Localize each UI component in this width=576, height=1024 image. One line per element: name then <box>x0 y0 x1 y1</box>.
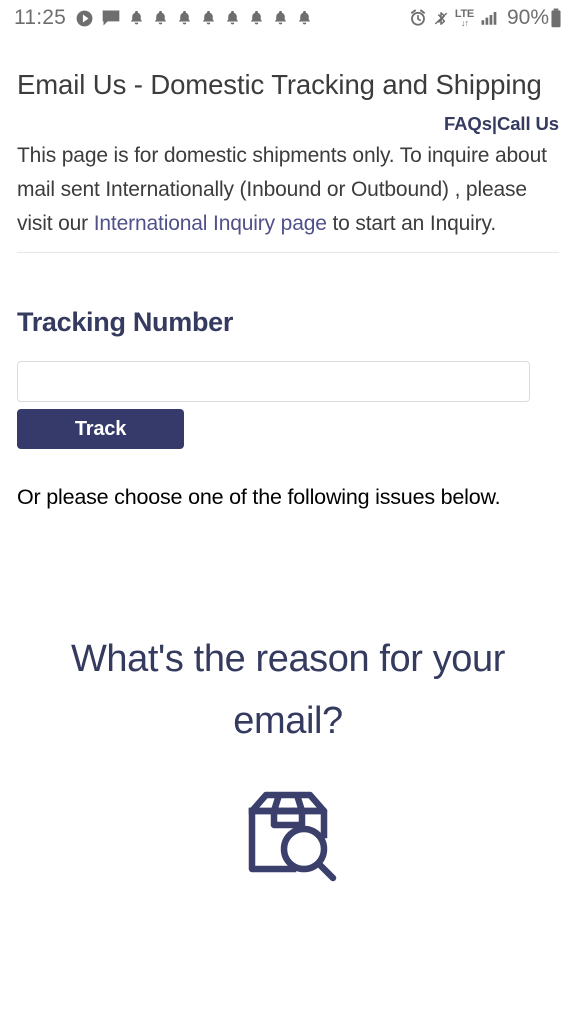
chat-bubble-icon <box>101 8 121 28</box>
bell-icon <box>128 9 145 27</box>
header-links: FAQs|Call Us <box>17 113 559 135</box>
lte-data-arrows: ↓↑ <box>460 17 469 28</box>
bell-icon <box>272 9 289 27</box>
followup-instruction: Or please choose one of the following is… <box>17 485 501 509</box>
intro-text-after: to start an Inquiry. <box>326 212 497 235</box>
page-content: Email Us - Domestic Tracking and Shippin… <box>0 64 576 253</box>
tracking-form: Track <box>0 361 576 449</box>
tracking-number-heading: Tracking Number <box>17 307 234 337</box>
status-bar-clock: 11:25 <box>14 6 66 29</box>
status-bar-left: 11:25 <box>14 6 320 30</box>
bell-icon <box>152 9 169 27</box>
package-search-icon <box>238 783 338 888</box>
play-circle-icon <box>75 9 94 28</box>
page-title: Email Us - Domestic Tracking and Shippin… <box>17 69 542 100</box>
status-bar: 11:25 LTE ↓↑ 90% <box>0 0 576 36</box>
battery-percent-label: 90% <box>506 6 549 29</box>
bell-icon <box>224 9 241 27</box>
call-us-link[interactable]: Call Us <box>497 113 559 134</box>
signal-bars-icon <box>479 9 499 27</box>
intro-paragraph: This page is for domestic shipments only… <box>17 139 559 241</box>
bluetooth-disabled-icon <box>433 9 449 28</box>
reason-icon-container[interactable] <box>0 783 576 888</box>
battery-icon <box>550 8 562 28</box>
reason-heading: What's the reason for your email? <box>70 638 506 742</box>
lte-icon: LTE ↓↑ <box>455 8 474 28</box>
bell-icon <box>200 9 217 27</box>
status-bar-right: LTE ↓↑ 90% <box>409 6 562 30</box>
bell-icon <box>176 9 193 27</box>
international-inquiry-link[interactable]: International Inquiry page <box>94 212 327 235</box>
track-button[interactable]: Track <box>17 409 184 449</box>
bell-icon <box>296 9 313 27</box>
bell-icon <box>248 9 265 27</box>
alarm-clock-icon <box>409 9 427 27</box>
section-divider <box>17 252 559 253</box>
tracking-number-input[interactable] <box>17 361 530 402</box>
faqs-link[interactable]: FAQs <box>444 113 492 134</box>
